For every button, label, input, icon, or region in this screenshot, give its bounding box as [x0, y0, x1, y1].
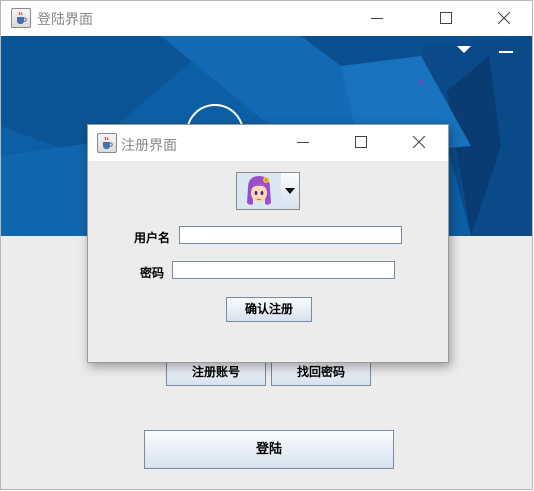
username-label: 用户名 [134, 231, 171, 245]
window-title: 登陆界面 [37, 12, 93, 28]
chevron-down-icon [285, 188, 295, 194]
register-dialog: 注册界面 用户名 密码 确认注册 [87, 124, 449, 363]
password-label: 密码 [140, 266, 165, 280]
register-account-button[interactable]: 注册账号 [166, 359, 266, 386]
maximize-button[interactable] [423, 1, 469, 36]
avatar-selector[interactable] [236, 172, 300, 210]
username-input[interactable] [179, 226, 402, 244]
java-cup-icon [97, 133, 117, 153]
minimize-button[interactable] [354, 1, 400, 36]
java-cup-icon [11, 8, 31, 28]
login-window-titlebar[interactable]: 登陆界面 [1, 1, 532, 36]
login-button[interactable]: 登陆 [144, 430, 394, 469]
close-button[interactable] [481, 1, 527, 36]
girl-avatar-icon [247, 176, 271, 205]
confirm-register-button[interactable]: 确认注册 [226, 297, 312, 322]
password-input[interactable] [172, 261, 395, 279]
register-dialog-titlebar[interactable]: 注册界面 [88, 125, 448, 161]
dialog-close-button[interactable] [391, 125, 448, 161]
find-password-button[interactable]: 找回密码 [271, 359, 371, 386]
dialog-title: 注册界面 [121, 138, 177, 154]
avatar-preview [237, 173, 282, 209]
avatar-dropdown-arrow[interactable] [281, 173, 299, 209]
dialog-minimize-button[interactable] [275, 125, 332, 161]
dialog-maximize-button[interactable] [333, 125, 390, 161]
